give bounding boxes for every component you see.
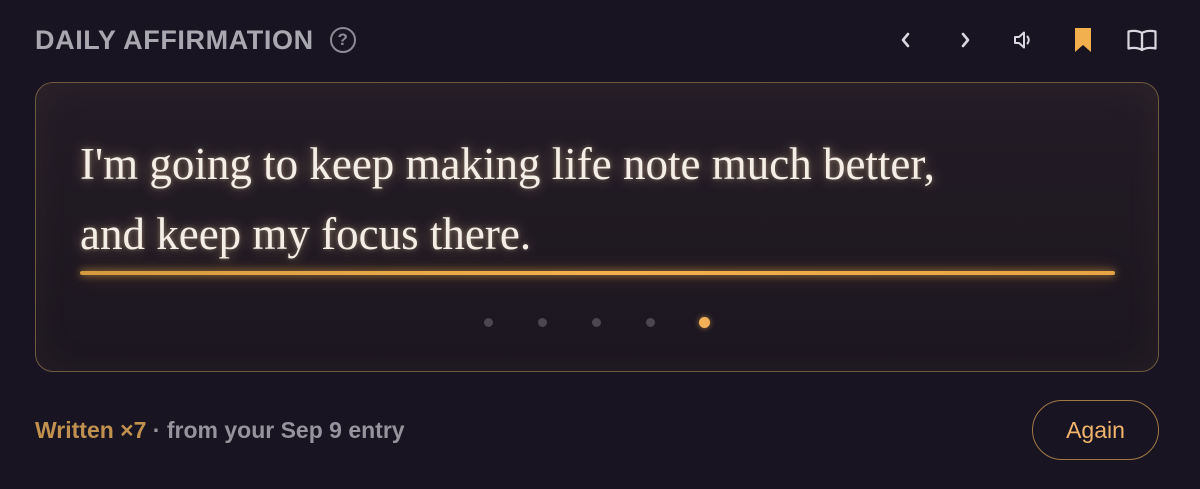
separator: · [146,417,167,443]
pagination-dot[interactable] [538,318,547,327]
affirmation-text: I'm going to keep making life note much … [80,129,1120,269]
again-button[interactable]: Again [1032,400,1159,460]
read-aloud-button[interactable] [1006,22,1042,58]
entry-source: Written ×7 · from your Sep 9 entry [35,417,405,444]
previous-button[interactable] [888,22,924,58]
pagination-dot[interactable] [592,318,601,327]
written-count: Written ×7 [35,417,147,443]
page-title: DAILY AFFIRMATION [35,24,314,55]
affirmation-line-1: I'm going to keep making life note much … [80,139,935,189]
pagination-dot[interactable] [646,318,655,327]
pagination-dots [36,317,1158,328]
chevron-right-icon [961,32,970,48]
book-icon [1127,29,1157,52]
chevron-left-icon [901,32,910,48]
journal-button[interactable] [1124,22,1160,58]
affirmation-line-2: and keep my focus there. [80,209,532,259]
speaker-icon [1014,31,1030,49]
pagination-dot[interactable] [484,318,493,327]
progress-underline [80,271,1115,275]
help-icon[interactable]: ? [329,27,356,53]
bookmark-icon [1075,28,1091,52]
toolbar [888,22,1160,58]
entry-date-link: from your Sep 9 entry [166,417,405,443]
bookmark-button[interactable] [1065,22,1101,58]
pagination-dot[interactable] [699,317,710,328]
next-button[interactable] [947,22,983,58]
header: DAILY AFFIRMATION ? [35,22,356,58]
affirmation-card: I'm going to keep making life note much … [35,82,1159,372]
